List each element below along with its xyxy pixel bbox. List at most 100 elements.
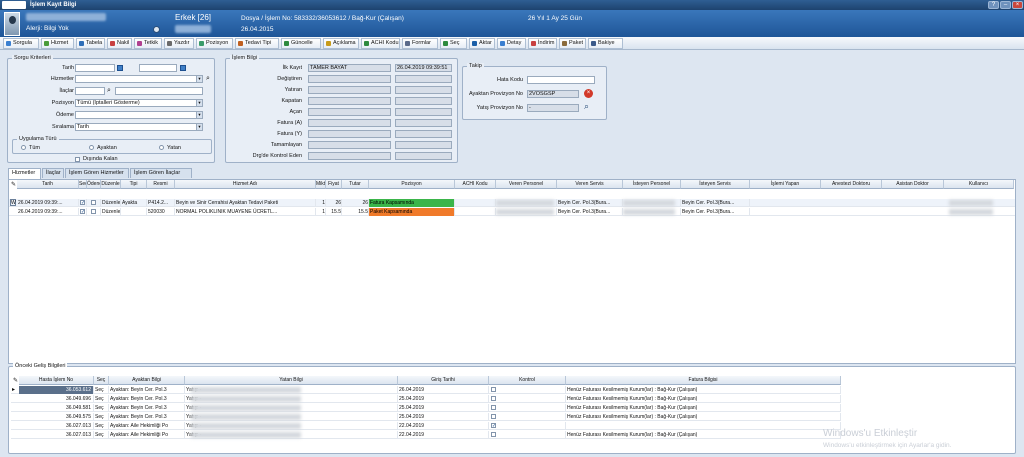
date-start-input[interactable] xyxy=(75,64,115,72)
drug-code-input[interactable] xyxy=(75,87,105,95)
col-header[interactable]: Miktar xyxy=(316,180,326,189)
toolbar-table-button[interactable]: Tabela xyxy=(76,38,105,49)
col-header[interactable]: İşlemi Yapan xyxy=(750,180,821,189)
prev-col-header[interactable]: Giriş Tarihi xyxy=(398,376,489,385)
settings-icon[interactable] xyxy=(153,26,160,33)
col-header[interactable]: İsteyen Servis xyxy=(681,180,750,189)
col-header[interactable]: Asistan Doktor xyxy=(882,180,944,189)
prev-cell-sec[interactable]: Seç xyxy=(94,404,109,412)
prev-cell-sec[interactable]: Seç xyxy=(94,413,109,421)
service-cell-duzenle[interactable]: Düzenle xyxy=(101,199,121,207)
prev-col-header[interactable]: Kontrol xyxy=(489,376,566,385)
col-header[interactable]: Ödenen xyxy=(87,180,101,189)
toolbar-balance-button[interactable]: Bakiye xyxy=(588,38,623,49)
prev-cell-kontrol[interactable] xyxy=(489,431,566,439)
toolbar-test-button[interactable]: Tetkik xyxy=(134,38,162,49)
date-end-input[interactable] xyxy=(139,64,177,72)
cancel-provision-icon[interactable]: × xyxy=(584,89,593,98)
control-checkbox[interactable] xyxy=(491,396,496,401)
provision-search-icon[interactable]: ⌕ xyxy=(584,101,589,112)
outpatient-provision-input[interactable]: 2VOSGSP xyxy=(527,90,579,98)
col-header[interactable]: Tarih xyxy=(17,180,79,189)
select-checkbox[interactable]: ✓ xyxy=(80,209,85,215)
toolbar-form-button[interactable]: Formlar xyxy=(402,38,438,49)
toolbar-transfer-button[interactable]: Nakil xyxy=(107,38,132,49)
prev-col-header[interactable]: Seç xyxy=(94,376,109,385)
col-header[interactable]: Fiyat xyxy=(326,180,342,189)
col-header[interactable]: Düzenle xyxy=(101,180,121,189)
sort-select[interactable]: Tarih ▼ xyxy=(75,123,203,131)
close-button[interactable]: × xyxy=(1012,1,1023,9)
services-select[interactable]: ▼ xyxy=(75,75,203,83)
select-checkbox[interactable]: ✓ xyxy=(80,200,85,206)
radio-all[interactable] xyxy=(21,145,26,150)
col-header[interactable]: Tipi xyxy=(121,180,147,189)
prev-wrench-icon[interactable]: ✎ xyxy=(13,377,18,384)
calendar-start-icon[interactable] xyxy=(117,65,123,71)
col-header[interactable]: Tutar xyxy=(342,180,369,189)
toolbar-code-button[interactable]: ACHI Kodu xyxy=(361,38,400,49)
prev-col-header[interactable]: Ayaktan Bilgi xyxy=(109,376,185,385)
toolbar-search-button[interactable]: Sorgula xyxy=(3,38,39,49)
col-header[interactable]: Veren Personel xyxy=(496,180,557,189)
col-header[interactable]: Anestezi Doktoru xyxy=(821,180,882,189)
toolbar-position-button[interactable]: Pozisyon xyxy=(196,38,233,49)
col-header[interactable]: Resmi xyxy=(147,180,175,189)
service-cell-sec[interactable]: ✓ xyxy=(79,208,87,216)
paid-checkbox[interactable] xyxy=(91,209,96,214)
error-code-input[interactable] xyxy=(527,76,595,84)
prev-cell-kontrol[interactable] xyxy=(489,404,566,412)
prev-col-header[interactable]: Fatura Bilgisi xyxy=(566,376,841,385)
drug-name-input[interactable] xyxy=(115,87,203,95)
calendar-end-icon[interactable] xyxy=(180,65,186,71)
position-select[interactable]: Tümü (İptalleri Gösterme) ▼ xyxy=(75,99,203,107)
control-checkbox[interactable] xyxy=(491,432,496,437)
toolbar-discount-button[interactable]: İndirim xyxy=(528,38,557,49)
toolbar-export-button[interactable]: Aktar xyxy=(469,38,495,49)
inpatient-provision-input[interactable]: - xyxy=(527,104,579,112)
prev-cell-kontrol[interactable]: ✓ xyxy=(489,422,566,430)
prev-col-header[interactable]: Yatan Bilgi xyxy=(185,376,398,385)
tab-2[interactable]: İşlem Gören Hizmetler xyxy=(65,168,129,178)
col-header[interactable]: Veren Servis xyxy=(557,180,623,189)
col-header[interactable]: Hizmet Adı xyxy=(175,180,316,189)
prev-cell-kontrol[interactable] xyxy=(489,386,566,394)
control-checkbox[interactable]: ✓ xyxy=(491,423,496,429)
prev-col-header[interactable]: Hasta İşlem No xyxy=(19,376,94,385)
wrench-icon[interactable]: ✎ xyxy=(11,181,16,188)
tab-3[interactable]: İşlem Gören İlaçlar xyxy=(130,168,192,178)
services-search-icon[interactable]: ⌕ xyxy=(206,75,210,83)
toolbar-refresh-button[interactable]: Güncelle xyxy=(281,38,321,49)
radio-outpatient[interactable] xyxy=(89,145,94,150)
excluded-checkbox[interactable] xyxy=(75,157,80,162)
payment-select[interactable]: ▼ xyxy=(75,111,203,119)
paid-checkbox[interactable] xyxy=(91,200,96,205)
drug-search-icon[interactable]: ⌕ xyxy=(107,87,111,95)
col-header[interactable]: İsteyen Personel xyxy=(623,180,681,189)
toolbar-treatment-button[interactable]: Tedavi Tipi xyxy=(235,38,279,49)
radio-inpatient[interactable] xyxy=(159,145,164,150)
col-header[interactable]: Kullanıcı xyxy=(944,180,1014,189)
prev-cell-sec[interactable]: Seç xyxy=(94,386,109,394)
col-header[interactable]: Pozisyon xyxy=(369,180,455,189)
toolbar-note-button[interactable]: Açıklama xyxy=(323,38,359,49)
prev-cell-kontrol[interactable] xyxy=(489,395,566,403)
service-cell-sec[interactable]: ✓ xyxy=(79,199,87,207)
prev-cell-kontrol[interactable] xyxy=(489,413,566,421)
toolbar-service-button[interactable]: Hizmet xyxy=(41,38,74,49)
help-button[interactable]: ? xyxy=(988,1,999,9)
prev-cell-sec[interactable]: Seç xyxy=(94,395,109,403)
toolbar-detail-button[interactable]: Detay xyxy=(497,38,526,49)
prev-cell-sec[interactable]: Seç xyxy=(94,422,109,430)
toolbar-package-button[interactable]: Paket xyxy=(559,38,586,49)
service-cell-duzenle[interactable]: Düzenle xyxy=(101,208,121,216)
col-header[interactable]: Seç xyxy=(79,180,87,189)
minimize-button[interactable]: – xyxy=(1000,1,1011,9)
col-header[interactable]: ACHI Kodu xyxy=(455,180,496,189)
control-checkbox[interactable] xyxy=(491,405,496,410)
control-checkbox[interactable] xyxy=(491,414,496,419)
tab-0[interactable]: Hizmetler xyxy=(8,168,41,179)
toolbar-print-button[interactable]: Yazdır xyxy=(164,38,194,49)
prev-cell-sec[interactable]: Seç xyxy=(94,431,109,439)
control-checkbox[interactable] xyxy=(491,387,496,392)
